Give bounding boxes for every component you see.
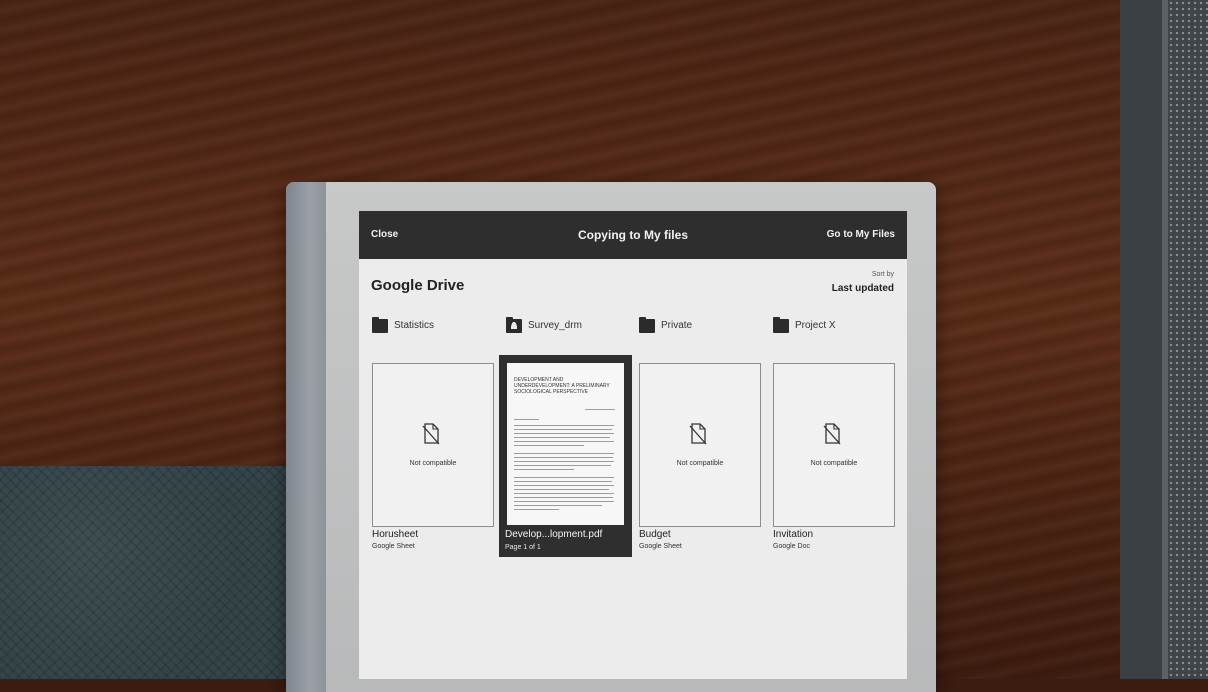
preview-line (514, 429, 612, 430)
pdf-preview: DEVELOPMENT AND UNDERDEVELOPMENT: A PREL… (507, 363, 624, 525)
not-compatible-icon (689, 423, 707, 445)
section-title: Google Drive (371, 277, 465, 294)
page-count: Page 1 of 1 (505, 544, 541, 551)
preview-line (514, 485, 614, 486)
folder-icon (639, 317, 655, 333)
perforated-panel (1168, 0, 1208, 679)
preview-line (514, 419, 539, 420)
folder-label: Project X (795, 320, 836, 331)
file-name: Budget (639, 529, 671, 540)
preview-line (514, 437, 610, 438)
leather-folio (0, 466, 300, 679)
file-thumbnail: Not compatible (372, 363, 494, 527)
file-name: Develop...lopment.pdf (505, 529, 603, 540)
preview-line (514, 509, 559, 510)
tablet-spine (286, 182, 326, 692)
preview-line (514, 453, 614, 454)
folder-label: Private (661, 320, 693, 331)
tablet-screen: Close Copying to My files Go to My Files… (359, 211, 907, 679)
shared-folder-icon (506, 317, 522, 333)
folder-label: Statistics (394, 320, 435, 331)
not-compatible-label: Not compatible (409, 460, 457, 467)
preview-line (514, 461, 614, 462)
preview-heading: DEVELOPMENT AND UNDERDEVELOPMENT: A PREL… (514, 377, 610, 395)
preview-line (514, 457, 613, 458)
preview-line (514, 425, 614, 426)
not-compatible-label: Not compatible (810, 460, 858, 467)
not-compatible-label: Not compatible (676, 460, 724, 467)
folder-label: Survey_drm (528, 320, 582, 331)
preview-line (514, 465, 611, 466)
not-compatible-icon (422, 423, 440, 445)
preview-line (514, 433, 614, 434)
sort-label: Sort by (871, 271, 894, 278)
file-name: Horusheet (372, 529, 419, 540)
preview-line (514, 505, 602, 506)
preview-line (514, 501, 614, 502)
file-type: Google Sheet (639, 543, 682, 550)
page-title: Copying to My files (577, 228, 688, 242)
sort-dropdown[interactable]: Last updated (832, 283, 894, 294)
file-thumbnail: Not compatible (639, 363, 761, 527)
preview-line (514, 445, 584, 446)
preview-line (514, 469, 574, 470)
preview-line (514, 481, 612, 482)
preview-line (514, 477, 614, 478)
go-to-my-files-button[interactable]: Go to My Files (827, 229, 895, 240)
file-type: Google Sheet (372, 543, 415, 550)
folder-icon (372, 317, 388, 333)
folder-icon (773, 317, 789, 333)
file-type: Google Doc (773, 543, 810, 550)
file-thumbnail: Not compatible (773, 363, 895, 527)
preview-line (585, 409, 615, 410)
not-compatible-icon (823, 423, 841, 445)
file-name: Invitation (773, 529, 814, 540)
preview-line (514, 493, 614, 494)
top-bar: Close Copying to My files Go to My Files (359, 211, 907, 259)
preview-line (514, 489, 609, 490)
preview-line (514, 497, 613, 498)
preview-line (514, 441, 614, 442)
